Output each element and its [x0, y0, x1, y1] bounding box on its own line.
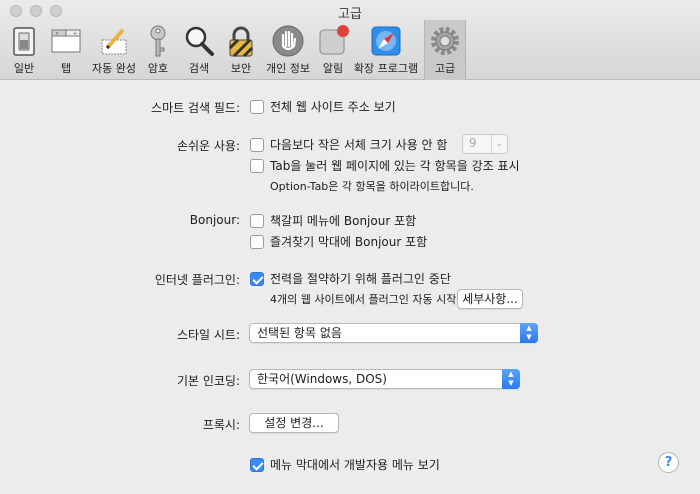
develop-menu-text: 메뉴 막대에서 개발자용 메뉴 보기 [270, 458, 440, 472]
bonjour-label: Bonjour: [189, 213, 240, 227]
show-full-address-text: 전체 웹 사이트 주소 보기 [270, 100, 396, 114]
autofill-pencil-icon [101, 28, 127, 55]
stop-plugins-text: 전력을 절약하기 위해 플러그인 중단 [270, 272, 451, 286]
tabs-icon: × + [51, 29, 81, 53]
help-button[interactable]: ? [658, 452, 679, 473]
tab-security[interactable]: 보안 [224, 20, 258, 80]
key-icon [150, 25, 166, 57]
stop-plugins-row: 전력을 절약하기 위해 플러그인 중단 [250, 270, 451, 287]
plugin-details-button[interactable]: 세부사항... [457, 289, 523, 309]
show-full-address-checkbox[interactable] [250, 99, 264, 114]
min-font-size-checkbox[interactable] [250, 137, 264, 152]
tab-advanced[interactable]: 고급 [424, 20, 466, 80]
svg-text:×: × [55, 31, 59, 37]
tab-highlight-row: Tab을 눌러 웹 페이지에 있는 각 항목을 강조 표시 [250, 157, 520, 174]
plugins-label: 인터넷 플러그인: [154, 273, 240, 287]
tab-autofill[interactable]: 자동 완성 [92, 20, 136, 80]
option-tab-note: Option-Tab은 각 항목을 하이라이트합니다. [270, 180, 474, 193]
tab-notifications[interactable]: 알림 [316, 20, 350, 80]
hand-icon [272, 25, 304, 57]
stylesheet-label: 스타일 시트: [176, 328, 240, 342]
smart-search-row: 전체 웹 사이트 주소 보기 [250, 98, 396, 115]
tab-general[interactable]: 일반 [6, 20, 42, 80]
popup-arrows-icon: ▲ ▼ [520, 323, 538, 343]
general-switch-icon [13, 27, 35, 56]
develop-menu-row: 메뉴 막대에서 개발자용 메뉴 보기 [250, 456, 440, 473]
tab-tabs[interactable]: × + 탭 [48, 20, 84, 80]
magnifier-icon [185, 26, 214, 56]
stop-plugins-checkbox[interactable] [250, 271, 264, 286]
bonjour-favorites-row: 즐겨찾기 막대에 Bonjour 포함 [250, 233, 427, 250]
font-size-popup[interactable]: 9 ⌄ [462, 134, 508, 154]
tab-extensions[interactable]: 확장 프로그램 [354, 20, 418, 80]
develop-menu-checkbox[interactable] [250, 457, 264, 472]
plugins-note: 4개의 웹 사이트에서 플러그인 자동 시작 [270, 293, 457, 306]
safari-preferences-window: 고급 일반 × + 탭 자동 완성 암호 검색 보안 개인 정보 알림 확장 프… [0, 0, 700, 494]
change-proxy-button[interactable]: 설정 변경... [249, 413, 339, 433]
min-font-size-row: 다음보다 작은 서체 크기 사용 안 함 [250, 136, 447, 153]
tab-passwords[interactable]: 암호 [142, 20, 174, 80]
accessibility-label: 손쉬운 사용: [176, 139, 240, 153]
tab-highlight-text: Tab을 눌러 웹 페이지에 있는 각 항목을 강조 표시 [270, 159, 520, 173]
bonjour-favorites-text: 즐겨찾기 막대에 Bonjour 포함 [270, 235, 428, 249]
stylesheet-popup[interactable]: 선택된 항목 없음 ▲ ▼ [249, 323, 538, 343]
popup-arrows-icon: ▲ ▼ [502, 369, 520, 389]
smart-search-label: 스마트 검색 필드: [151, 101, 240, 115]
encoding-value: 한국어(Windows, DOS) [257, 372, 387, 386]
min-font-size-text: 다음보다 작은 서체 크기 사용 안 함 [270, 138, 448, 152]
tab-highlight-checkbox[interactable] [250, 158, 264, 173]
font-size-value: 9 [469, 136, 477, 150]
chevron-down-icon: ⌄ [491, 135, 507, 153]
bonjour-bookmarks-checkbox[interactable] [250, 213, 264, 228]
encoding-popup[interactable]: 한국어(Windows, DOS) ▲ ▼ [249, 369, 520, 389]
notification-badge-icon [319, 25, 349, 55]
bonjour-bookmarks-row: 책갈피 메뉴에 Bonjour 포함 [250, 212, 416, 229]
tab-privacy[interactable]: 개인 정보 [266, 20, 310, 80]
bonjour-bookmarks-text: 책갈피 메뉴에 Bonjour 포함 [270, 214, 417, 228]
stylesheet-value: 선택된 항목 없음 [257, 326, 342, 340]
tab-search[interactable]: 검색 [182, 20, 216, 80]
proxy-label: 프록시: [202, 418, 240, 432]
bonjour-favorites-checkbox[interactable] [250, 234, 264, 249]
toolbar: 고급 일반 × + 탭 자동 완성 암호 검색 보안 개인 정보 알림 확장 프… [0, 0, 700, 80]
tab-extensions-label: 확장 프로그램 [353, 62, 419, 75]
encoding-label: 기본 인코딩: [176, 374, 240, 388]
tab-advanced-label: 고급 [434, 62, 456, 75]
svg-text:+: + [73, 31, 77, 37]
lock-icon [228, 26, 254, 58]
gear-icon [431, 27, 459, 55]
compass-icon [371, 26, 401, 56]
